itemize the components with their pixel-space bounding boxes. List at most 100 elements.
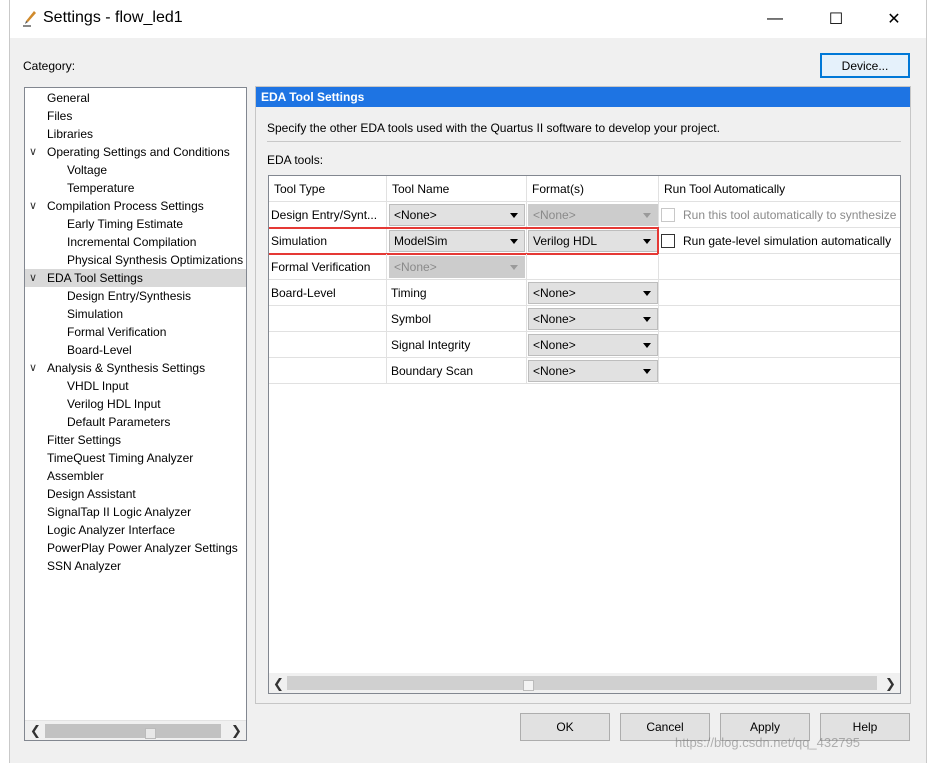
column-header: Run Tool Automatically (659, 176, 900, 202)
scroll-left-icon[interactable]: ❮ (273, 676, 284, 692)
quill-pen-icon (23, 11, 36, 27)
tool-name-label: Symbol (391, 312, 432, 326)
dropdown: <None> (528, 204, 658, 226)
tree-item-label: Voltage (67, 163, 108, 177)
tree-item[interactable]: Incremental Compilation (25, 233, 246, 251)
table-cell (659, 358, 900, 384)
tree-item[interactable]: Fitter Settings (25, 431, 246, 449)
tree-item[interactable]: ∨ Compilation Process Settings (25, 197, 246, 215)
dropdown[interactable]: <None> (528, 334, 658, 356)
chevron-down-icon[interactable]: ∨ (29, 359, 37, 377)
tree-item[interactable]: PowerPlay Power Analyzer Settings (25, 539, 246, 557)
scroll-right-icon[interactable]: ❯ (885, 676, 896, 692)
tree-item[interactable]: VHDL Input (25, 377, 246, 395)
column-header: Format(s) (527, 176, 659, 202)
tree-item-label: Operating Settings and Conditions (47, 145, 230, 159)
table-cell (659, 280, 900, 306)
settings-window: Settings - flow_led1 — ☐ ✕ Category: Dev… (9, 0, 927, 763)
chevron-down-icon (643, 317, 651, 322)
category-tree[interactable]: SSN Analyzer PowerPlay Power Analyzer Set… (24, 87, 247, 741)
tree-item[interactable]: Design Assistant (25, 485, 246, 503)
tree-item-label: Incremental Compilation (67, 235, 197, 249)
tree-item-label: SSN Analyzer (47, 559, 122, 573)
tree-item[interactable]: Libraries (25, 125, 246, 143)
ok-button[interactable]: OK (520, 713, 610, 741)
minimize-button[interactable]: — (752, 0, 798, 38)
tree-item-label: Assembler (47, 469, 104, 483)
table-cell (659, 332, 900, 358)
scroll-left-icon[interactable]: ❮ (30, 723, 41, 739)
watermark: https://blog.csdn.net/qq_432795 (675, 735, 861, 750)
tree-item[interactable]: General (25, 89, 246, 107)
dropdown[interactable]: <None> (389, 204, 525, 226)
run-automatically-label: Run this tool automatically to synthesiz… (683, 208, 897, 222)
divider (267, 141, 901, 142)
table-horizontal-scrollbar[interactable]: ❮ ❯ (269, 673, 900, 693)
run-automatically-checkbox (661, 208, 675, 222)
tree-item[interactable]: SSN Analyzer (25, 557, 246, 575)
tree-item-label: General (47, 91, 90, 105)
tree-item-label: Libraries (47, 127, 94, 141)
close-button[interactable]: ✕ (871, 0, 917, 38)
scroll-right-icon[interactable]: ❯ (231, 723, 242, 739)
tree-item-label: Analysis & Synthesis Settings (47, 361, 206, 375)
device-button[interactable]: Device... (820, 53, 910, 78)
dropdown[interactable]: <None> (528, 308, 658, 330)
tree-item[interactable]: TimeQuest Timing Analyzer (25, 449, 246, 467)
tree-item[interactable]: ∨ Analysis & Synthesis Settings (25, 359, 246, 377)
dropdown[interactable]: <None> (528, 360, 658, 382)
run-automatically-label: Run gate-level simulation automatically (683, 234, 892, 248)
dropdown-value: <None> (533, 286, 576, 300)
tree-item-label: TimeQuest Timing Analyzer (47, 451, 194, 465)
tree-item[interactable]: Files (25, 107, 246, 125)
dropdown-value: <None> (533, 364, 576, 378)
chevron-down-icon (510, 265, 518, 270)
tree-item[interactable]: Simulation (25, 305, 246, 323)
category-label: Category: (23, 59, 76, 73)
dropdown-value: <None> (533, 312, 576, 326)
dropdown-value: <None> (533, 208, 576, 222)
tool-type-label: Board-Level (271, 286, 336, 300)
chevron-down-icon[interactable]: ∨ (29, 197, 37, 215)
tree-item-label: Temperature (67, 181, 135, 195)
run-automatically-checkbox[interactable] (661, 234, 675, 248)
scrollbar-thumb[interactable] (45, 724, 221, 739)
maximize-button[interactable]: ☐ (813, 0, 859, 38)
chevron-down-icon[interactable]: ∨ (29, 269, 37, 287)
tree-item[interactable]: ∨ Operating Settings and Conditions (25, 143, 246, 161)
tree-item[interactable]: Early Timing Estimate (25, 215, 246, 233)
chevron-down-icon (643, 369, 651, 374)
scrollbar-thumb[interactable] (287, 676, 877, 691)
tree-item[interactable]: Design Entry/Synthesis (25, 287, 246, 305)
tree-item[interactable]: Physical Synthesis Optimizations (25, 251, 246, 269)
panel-header: EDA Tool Settings (256, 87, 910, 107)
tree-item[interactable]: Assembler (25, 467, 246, 485)
tree-item-label: Early Timing Estimate (67, 217, 184, 231)
eda-tools-table: ❮ ❯ Tool Type Tool Name Format(s) Run Tool … (268, 175, 901, 694)
eda-tool-settings-panel: EDA Tool Settings Specify the other EDA … (255, 86, 911, 704)
tree-item-label: Formal Verification (67, 325, 167, 339)
tree-item[interactable]: Default Parameters (25, 413, 246, 431)
tree-item[interactable]: SignalTap II Logic Analyzer (25, 503, 246, 521)
tree-item[interactable]: Voltage (25, 161, 246, 179)
tree-item-label: Default Parameters (67, 415, 171, 429)
tool-name-label: Timing (391, 286, 427, 300)
tree-item-label: SignalTap II Logic Analyzer (47, 505, 192, 519)
tool-name-label: Boundary Scan (391, 364, 474, 378)
eda-tools-label: EDA tools: (267, 153, 324, 167)
tree-item[interactable]: ∨ EDA Tool Settings (25, 269, 246, 287)
tree-item-label: Fitter Settings (47, 433, 122, 447)
tree-item[interactable]: Temperature (25, 179, 246, 197)
tree-item[interactable]: Board-Level (25, 341, 246, 359)
dropdown[interactable]: <None> (528, 282, 658, 304)
table-cell (659, 306, 900, 332)
table-cell (659, 254, 900, 280)
tree-item[interactable]: Formal Verification (25, 323, 246, 341)
chevron-down-icon[interactable]: ∨ (29, 143, 37, 161)
tree-item[interactable]: Verilog HDL Input (25, 395, 246, 413)
tree-item-label: Logic Analyzer Interface (47, 523, 176, 537)
tree-horizontal-scrollbar[interactable]: ❮ ❯ (25, 720, 246, 740)
tree-item[interactable]: Logic Analyzer Interface (25, 521, 246, 539)
title-bar: Settings - flow_led1 — ☐ ✕ (10, 0, 926, 38)
tree-item-label: Compilation Process Settings (47, 199, 204, 213)
